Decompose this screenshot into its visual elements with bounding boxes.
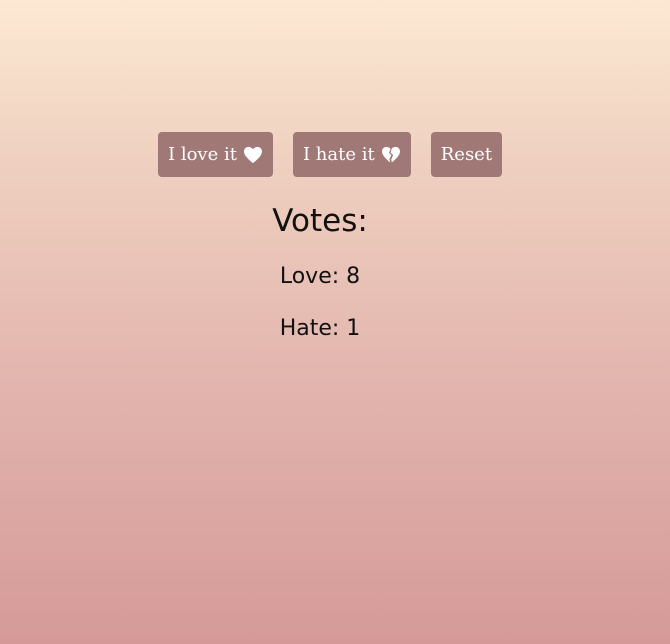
heart-icon (243, 146, 263, 164)
hate-vote-count: Hate: 1 (0, 316, 640, 341)
reset-button[interactable]: Reset (430, 132, 503, 177)
hate-count-label: Hate: (279, 316, 340, 341)
love-button-label: I love it (168, 144, 237, 165)
hate-button[interactable]: I hate it (292, 132, 411, 177)
love-vote-count: Love: 8 (0, 264, 640, 289)
vote-button-row: I love it I hate it Reset (158, 132, 503, 177)
love-button[interactable]: I love it (158, 132, 273, 177)
reset-button-label: Reset (440, 144, 493, 165)
votes-heading: Votes: (272, 203, 368, 239)
hate-count-value: 1 (346, 316, 361, 341)
hate-button-label: I hate it (302, 144, 375, 165)
love-count-value: 8 (346, 264, 361, 289)
love-count-label: Love: (279, 264, 340, 289)
broken-heart-icon (381, 146, 401, 164)
